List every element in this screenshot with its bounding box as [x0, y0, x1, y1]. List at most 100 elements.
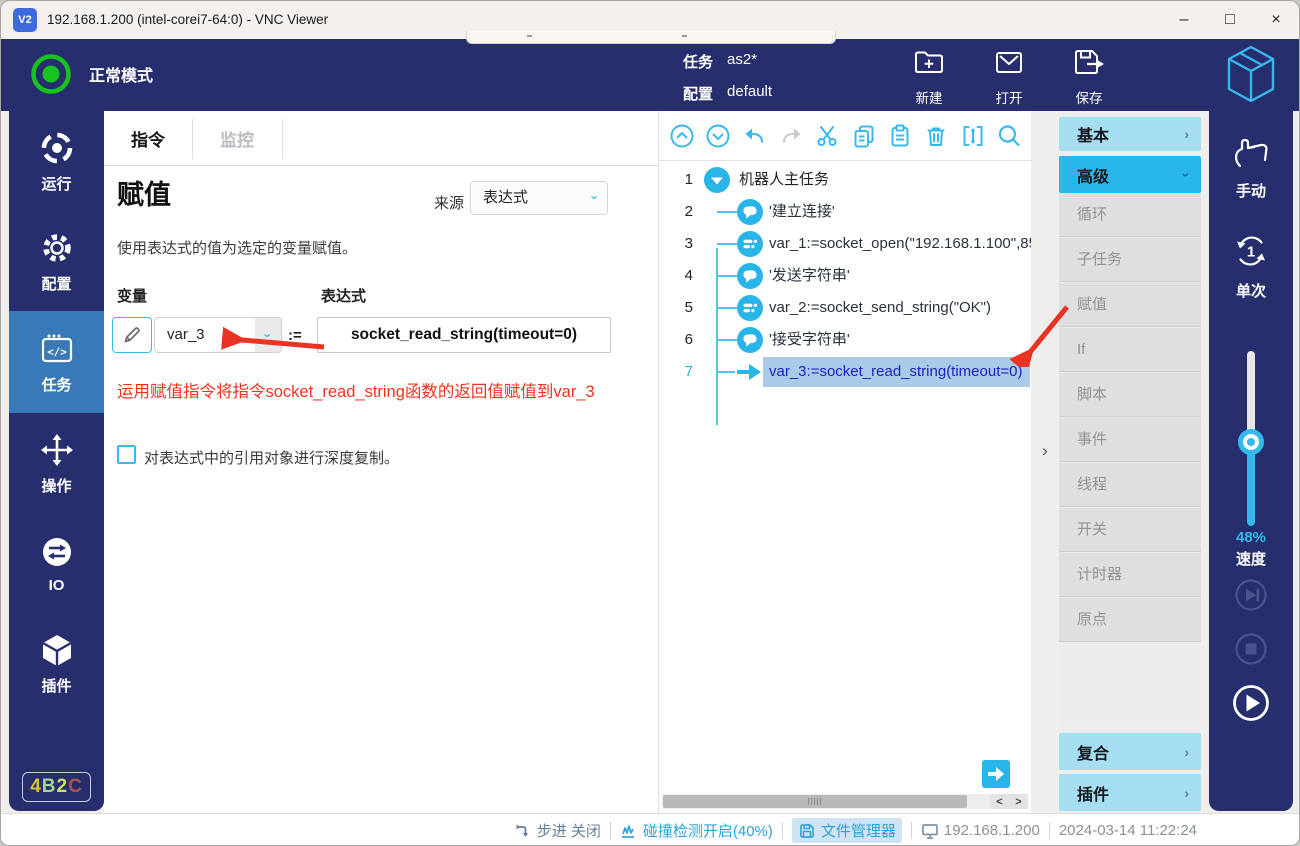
- palette-item-assign[interactable]: 赋值: [1059, 283, 1201, 327]
- deep-copy-checkbox[interactable]: [117, 445, 136, 464]
- tree-row[interactable]: 3 var_1:=socket_open("192.168.1.100",85: [659, 228, 1032, 260]
- tree-row[interactable]: 2 '建立连接': [659, 196, 1032, 228]
- mode-status-icon: [29, 52, 73, 96]
- save-task-button[interactable]: 保存: [1057, 45, 1121, 107]
- variable-select[interactable]: var_3 ›: [154, 317, 282, 353]
- chevron-right-icon: ›: [1184, 744, 1189, 760]
- insert-icon[interactable]: [960, 123, 986, 149]
- manual-mode-label: 手动: [1209, 180, 1293, 201]
- nav-item-config[interactable]: 配置: [9, 211, 104, 311]
- palette-item-if[interactable]: If: [1059, 328, 1201, 372]
- instruction-title: 赋值: [117, 173, 171, 212]
- file-manager-button[interactable]: 文件管理器: [792, 818, 902, 843]
- cut-icon[interactable]: [814, 123, 840, 149]
- control-rail: 手动 1 单次 48% 速度: [1209, 111, 1293, 811]
- panel-expand-handle[interactable]: ›: [1037, 437, 1053, 465]
- vnc-toolbar-peek[interactable]: [466, 31, 836, 44]
- variable-value: var_3: [167, 318, 205, 352]
- scroll-left-button[interactable]: <: [996, 796, 1002, 808]
- palette-group-advanced[interactable]: 高级 ›: [1059, 156, 1201, 193]
- horizontal-scrollbar[interactable]: < >: [662, 794, 1028, 809]
- palette-group-plugin[interactable]: 插件 ›: [1059, 774, 1201, 811]
- palette-item-thread[interactable]: 线程: [1059, 463, 1201, 507]
- minimize-button[interactable]: –: [1161, 1, 1207, 39]
- assign-symbol: :=: [288, 327, 302, 344]
- open-task-button[interactable]: 打开: [977, 45, 1041, 107]
- brand-logo: [1225, 44, 1277, 109]
- next-step-button[interactable]: [982, 760, 1010, 788]
- step-mode-icon: [514, 822, 532, 840]
- palette-group-advanced-label: 高级: [1077, 163, 1109, 187]
- nav-item-operate[interactable]: 操作: [9, 413, 104, 513]
- palette-group-basic[interactable]: 基本 ›: [1059, 117, 1201, 151]
- program-tree: 1 机器人主任务 2 '建立连接' 3 var_1:=socket_open("…: [659, 164, 1032, 394]
- app-header: 正常模式 任务 as2* 配置 default 新建: [1, 39, 1300, 111]
- palette-item-loop[interactable]: 循环: [1059, 193, 1201, 237]
- nav-item-plugin[interactable]: 插件: [9, 613, 104, 713]
- palette-item-timer[interactable]: 计时器: [1059, 553, 1201, 597]
- palette-item-event[interactable]: 事件: [1059, 418, 1201, 462]
- search-icon[interactable]: [996, 123, 1022, 149]
- step-mode-status[interactable]: 步进 关闭: [514, 820, 601, 841]
- nav-item-run[interactable]: 运行: [9, 111, 104, 211]
- chevron-down-icon: ›: [1179, 172, 1195, 177]
- palette-item-switch[interactable]: 开关: [1059, 508, 1201, 552]
- arrow-right-icon: [987, 767, 1005, 781]
- speed-slider-handle[interactable]: [1238, 429, 1264, 455]
- play-button[interactable]: [1231, 683, 1271, 723]
- close-button[interactable]: ×: [1253, 1, 1299, 39]
- chevron-down-icon: ›: [261, 333, 276, 337]
- palette-item-script[interactable]: 脚本: [1059, 373, 1201, 417]
- single-run-button[interactable]: 1 单次: [1209, 231, 1293, 301]
- variable-select-chevron: ›: [255, 318, 281, 352]
- nav-label-operate: 操作: [41, 475, 71, 496]
- tree-toolbar: [659, 111, 1032, 161]
- tree-row[interactable]: 1 机器人主任务: [659, 164, 1032, 196]
- paste-icon[interactable]: [887, 123, 913, 149]
- tab-instruction[interactable]: 指令: [104, 111, 192, 166]
- device-badge: 4B2C: [22, 772, 91, 802]
- manual-mode-button[interactable]: 手动: [1209, 135, 1293, 201]
- palette-item-home[interactable]: 原点: [1059, 598, 1201, 642]
- maximize-button[interactable]: □: [1207, 1, 1253, 39]
- scrollbar-thumb[interactable]: [663, 795, 967, 808]
- connection-ip: 192.168.1.200: [921, 822, 1040, 840]
- scroll-right-button[interactable]: >: [1015, 796, 1021, 808]
- expression-input[interactable]: socket_read_string(timeout=0): [317, 317, 611, 353]
- nav-label-plugin: 插件: [41, 675, 71, 696]
- tree-row[interactable]: 6 '接受字符串': [659, 324, 1032, 356]
- comment-node-icon: [736, 262, 764, 290]
- tab-monitor[interactable]: 监控: [193, 111, 281, 166]
- step-mode-label: 步进 关闭: [537, 820, 601, 841]
- palette-group-composite[interactable]: 复合 ›: [1059, 733, 1201, 770]
- undo-icon[interactable]: [742, 123, 768, 149]
- datetime-display: 2024-03-14 11:22:24: [1059, 822, 1197, 839]
- copy-icon[interactable]: [851, 123, 877, 149]
- collapse-node-icon[interactable]: [703, 166, 731, 194]
- step-button[interactable]: [1234, 578, 1268, 612]
- delete-icon[interactable]: [923, 123, 949, 149]
- tree-row[interactable]: 5 var_2:=socket_send_string("OK"): [659, 292, 1032, 324]
- task-value: as2*: [727, 51, 757, 72]
- comment-node-icon: [736, 326, 764, 354]
- nav-item-task[interactable]: </> 任务: [9, 311, 104, 413]
- tree-row-selected[interactable]: 7 var_3:=socket_read_string(timeout=0): [659, 356, 1032, 388]
- network-monitor-icon: [921, 822, 939, 840]
- instruction-palette: 基本 › 高级 › 循环 子任务 赋值 If 脚本 事件 线程 开关 计时器 原…: [1059, 111, 1201, 813]
- redo-icon[interactable]: [778, 123, 804, 149]
- source-value: 表达式: [483, 182, 528, 214]
- red-annotation-text: 运用赋值指令将指令socket_read_string函数的返回值赋值到var_…: [117, 378, 657, 402]
- plugin-icon: [38, 631, 76, 669]
- palette-item-subtask[interactable]: 子任务: [1059, 238, 1201, 282]
- stop-button[interactable]: [1234, 632, 1268, 666]
- source-select[interactable]: 表达式 ›: [470, 181, 608, 215]
- collision-detect-status[interactable]: 碰撞检测开启(40%): [620, 820, 773, 841]
- chevron-right-icon: ›: [1184, 785, 1189, 801]
- expand-all-icon[interactable]: [705, 123, 731, 149]
- nav-item-io[interactable]: IO: [9, 513, 104, 613]
- single-run-label: 单次: [1209, 280, 1293, 301]
- new-task-button[interactable]: 新建: [897, 45, 961, 107]
- collapse-all-icon[interactable]: [669, 123, 695, 149]
- tree-row[interactable]: 4 '发送字符串': [659, 260, 1032, 292]
- edit-variable-button[interactable]: [112, 317, 152, 353]
